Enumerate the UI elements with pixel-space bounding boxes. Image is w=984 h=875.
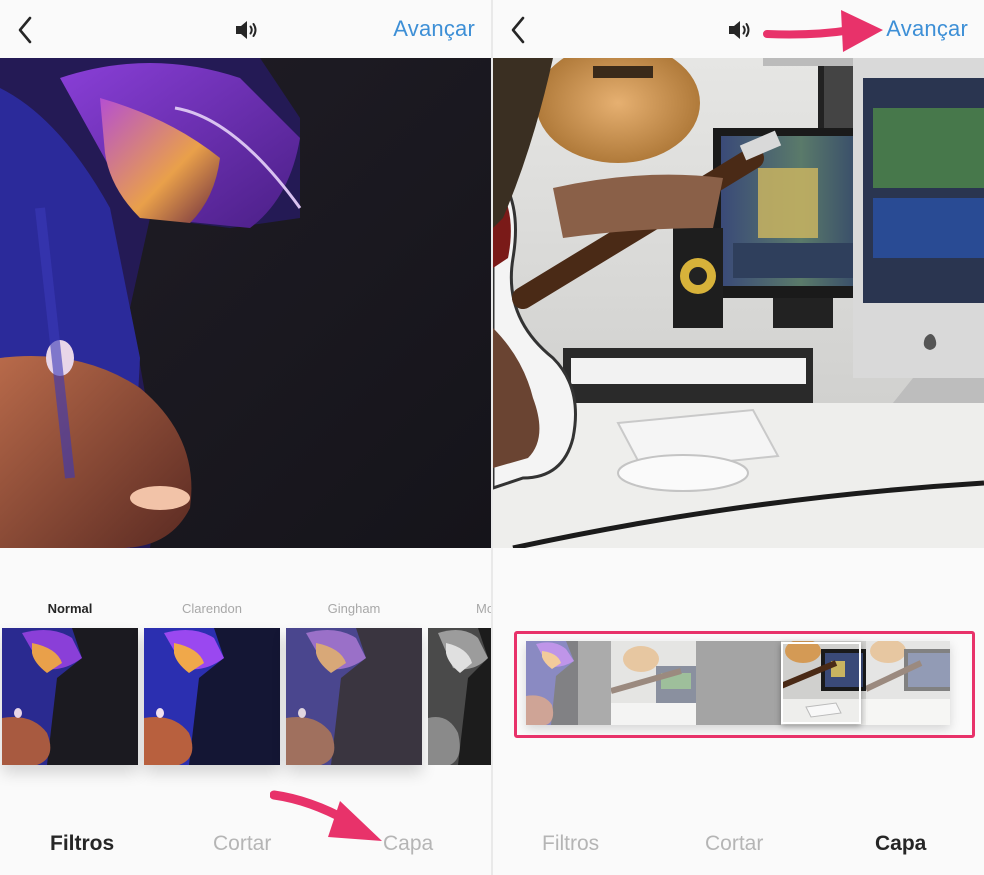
filter-thumb-normal[interactable] (2, 628, 138, 765)
photo-preview (493, 58, 984, 548)
back-button[interactable] (501, 12, 537, 48)
tab-capa[interactable]: Capa (875, 832, 926, 856)
next-button[interactable]: Avançar (393, 16, 475, 42)
tab-cortar[interactable]: Cortar (705, 832, 763, 856)
annotation-highlight-box (514, 631, 975, 738)
photo-preview (0, 58, 491, 548)
top-bar: Avançar (493, 0, 984, 58)
sound-toggle-button[interactable] (230, 14, 262, 46)
filter-thumb-gingham[interactable] (286, 628, 422, 765)
tab-filtros[interactable]: Filtros (50, 832, 114, 856)
top-bar: Avançar (0, 0, 491, 58)
filter-thumb-moon[interactable] (428, 628, 491, 765)
speaker-icon (729, 21, 750, 39)
filter-label-gingham: Gingham (327, 601, 381, 616)
chevron-left-icon (511, 16, 525, 44)
filter-thumb-clarendon[interactable] (144, 628, 280, 765)
cover-screen: Avançar Filtros Cortar Capa (493, 0, 984, 875)
filter-label-normal: Normal (47, 601, 93, 616)
tab-filtros[interactable]: Filtros (542, 832, 599, 856)
speaker-icon (236, 21, 257, 39)
back-button[interactable] (8, 12, 44, 48)
tab-cortar[interactable]: Cortar (213, 832, 271, 856)
sound-toggle-button[interactable] (723, 14, 755, 46)
filter-label-moon: Mo (476, 601, 491, 616)
filters-screen: Avançar Normal Clarendon Gingham Mo Filt… (0, 0, 491, 875)
annotation-arrow (270, 790, 382, 841)
filter-label-clarendon: Clarendon (182, 601, 242, 616)
next-button[interactable]: Avançar (886, 16, 968, 42)
tab-capa[interactable]: Capa (383, 832, 433, 856)
chevron-left-icon (18, 16, 32, 44)
